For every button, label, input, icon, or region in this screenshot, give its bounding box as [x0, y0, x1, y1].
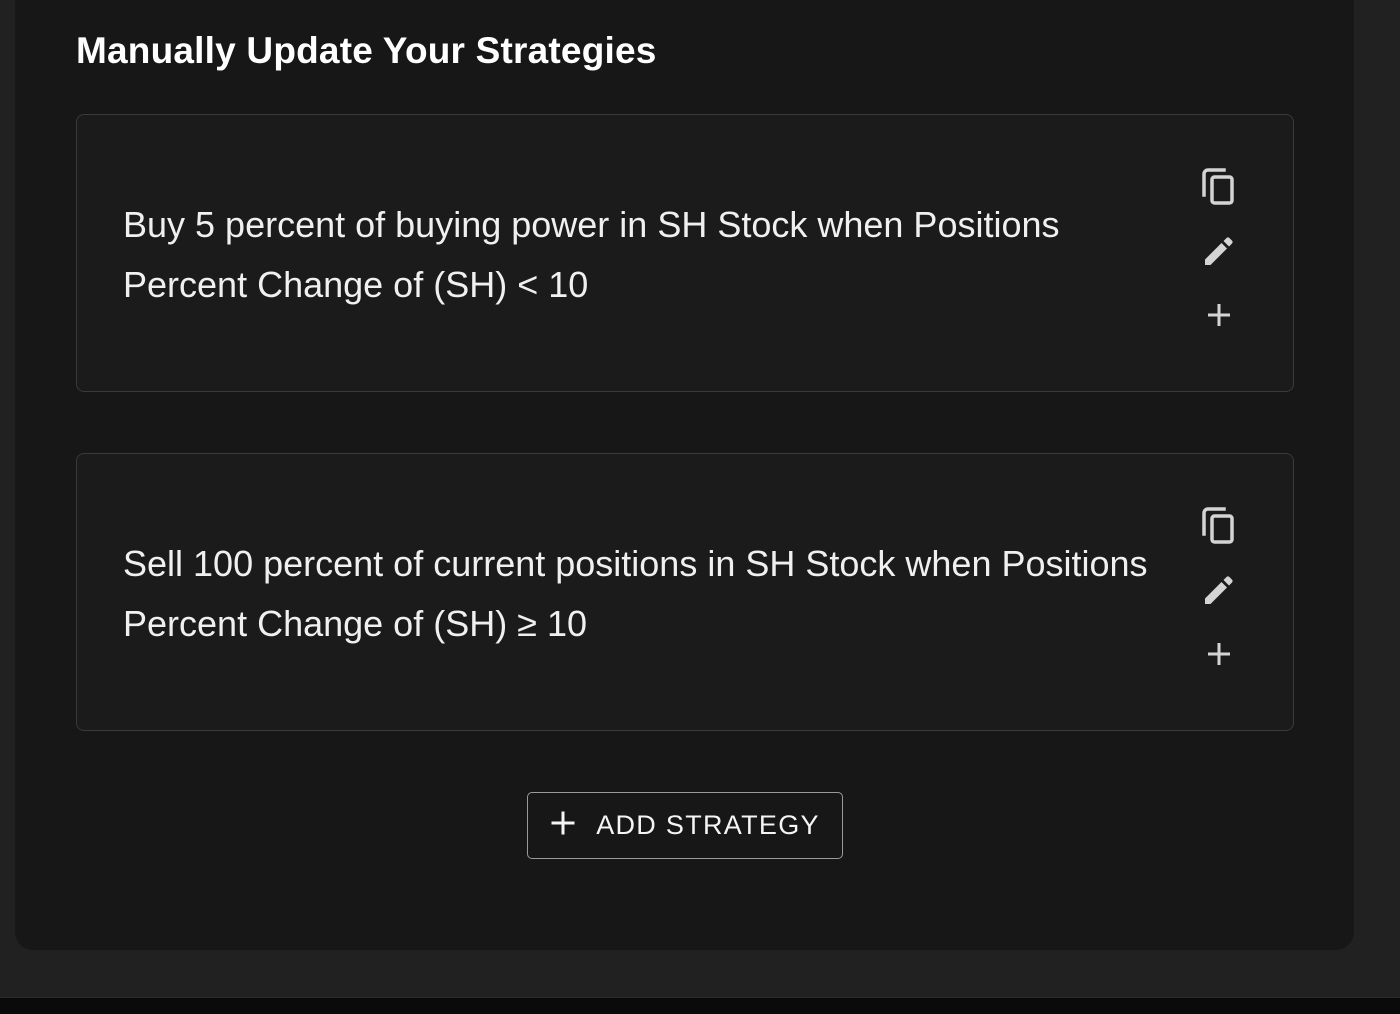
pencil-icon[interactable]	[1199, 231, 1239, 271]
plus-icon[interactable]	[1199, 295, 1239, 335]
copy-icon[interactable]	[1199, 167, 1239, 207]
plus-icon	[550, 810, 576, 841]
page: Manually Update Your Strategies Buy 5 pe…	[0, 0, 1400, 1014]
bottom-bar	[0, 997, 1400, 1014]
strategy-actions	[1199, 167, 1239, 337]
strategy-card: Sell 100 percent of current positions in…	[76, 453, 1294, 731]
pencil-icon[interactable]	[1199, 570, 1239, 610]
copy-icon[interactable]	[1199, 506, 1239, 546]
plus-icon[interactable]	[1199, 634, 1239, 674]
strategies-panel: Manually Update Your Strategies Buy 5 pe…	[15, 0, 1354, 950]
strategy-text: Buy 5 percent of buying power in SH Stoc…	[123, 204, 1060, 305]
add-strategy-button[interactable]: ADD STRATEGY	[527, 792, 843, 859]
strategy-text: Sell 100 percent of current positions in…	[123, 543, 1148, 644]
strategy-actions	[1199, 506, 1239, 676]
add-strategy-label: ADD STRATEGY	[596, 810, 820, 840]
strategy-card: Buy 5 percent of buying power in SH Stoc…	[76, 114, 1294, 392]
section-title: Manually Update Your Strategies	[76, 30, 657, 71]
